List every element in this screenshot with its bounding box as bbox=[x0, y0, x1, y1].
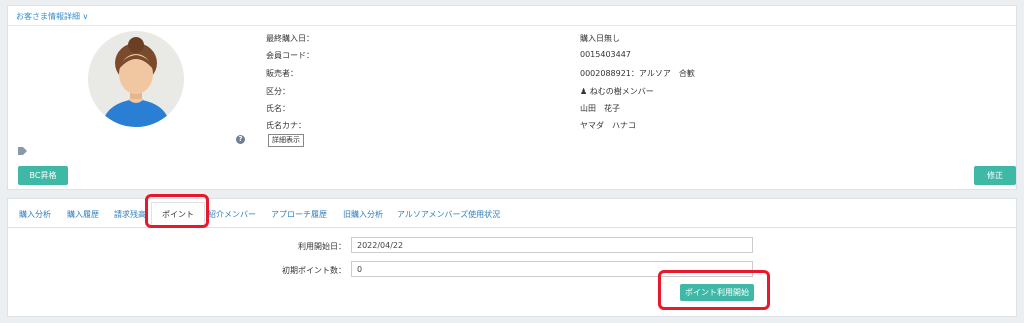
tab-old-purchase-analysis[interactable]: 旧購入分析 bbox=[343, 209, 383, 220]
tab-points[interactable]: ポイント bbox=[151, 202, 205, 228]
start-date-label: 利用開始日： bbox=[298, 242, 346, 251]
tab-alsoa-members-usage[interactable]: アルソアメンバーズ使用状況 bbox=[397, 209, 500, 220]
panel-title: お客さま情報詳細 bbox=[16, 12, 80, 21]
detail-view-button[interactable]: 詳細表示 bbox=[268, 134, 304, 147]
tab-billing-balance[interactable]: 請求残高 bbox=[114, 209, 146, 220]
member-code-value: 0015403447 bbox=[580, 50, 631, 59]
name-kana-label: 氏名カナ： bbox=[266, 121, 306, 130]
edit-button[interactable]: 修正 bbox=[974, 166, 1016, 185]
help-icon[interactable]: ? bbox=[236, 135, 245, 144]
customer-detail-panel: お客さま情報詳細 ∨ ? 最終購入日： 会員コード： 販売者： 区分： 氏名： … bbox=[7, 5, 1017, 190]
start-point-usage-button[interactable]: ポイント利用開始 bbox=[680, 284, 754, 301]
initial-points-input[interactable] bbox=[351, 261, 753, 277]
last-purchase-label: 最終購入日： bbox=[266, 34, 314, 43]
tab-approach-history[interactable]: アプローチ履歴 bbox=[271, 209, 327, 220]
panel-header: お客さま情報詳細 ∨ bbox=[8, 6, 1016, 26]
tab-referral-members[interactable]: 紹介メンバー bbox=[208, 209, 256, 220]
category-label: 区分： bbox=[266, 87, 290, 96]
name-value: 山田 花子 bbox=[580, 104, 620, 113]
start-date-input[interactable] bbox=[351, 237, 753, 253]
category-value: ♟ ねむの樹メンバー bbox=[580, 86, 654, 97]
initial-points-label: 初期ポイント数： bbox=[282, 266, 346, 275]
chevron-down-icon: ∨ bbox=[82, 12, 89, 21]
name-label: 氏名： bbox=[266, 104, 290, 113]
tab-bar: 購入分析 購入履歴 請求残高 ポイント 紹介メンバー アプローチ履歴 旧購入分析… bbox=[8, 199, 1016, 228]
user-icon: ♟ bbox=[580, 87, 588, 96]
bc-promote-button[interactable]: BC昇格 bbox=[18, 166, 68, 185]
tag-icon bbox=[18, 147, 27, 155]
category-text: ねむの樹メンバー bbox=[589, 87, 654, 96]
seller-label: 販売者： bbox=[266, 69, 298, 78]
tab-panel: 購入分析 購入履歴 請求残高 ポイント 紹介メンバー アプローチ履歴 旧購入分析… bbox=[7, 198, 1017, 317]
tab-purchase-history[interactable]: 購入履歴 bbox=[67, 209, 99, 220]
seller-value: 0002088921：アルソア 合歓 bbox=[580, 69, 695, 78]
avatar bbox=[88, 31, 184, 127]
tab-purchase-analysis[interactable]: 購入分析 bbox=[19, 209, 51, 220]
customer-detail-toggle[interactable]: お客さま情報詳細 ∨ bbox=[16, 12, 88, 21]
name-kana-value: ヤマダ ハナコ bbox=[580, 121, 636, 130]
member-code-label: 会員コード： bbox=[266, 51, 314, 60]
last-purchase-value: 購入日無し bbox=[580, 34, 620, 43]
